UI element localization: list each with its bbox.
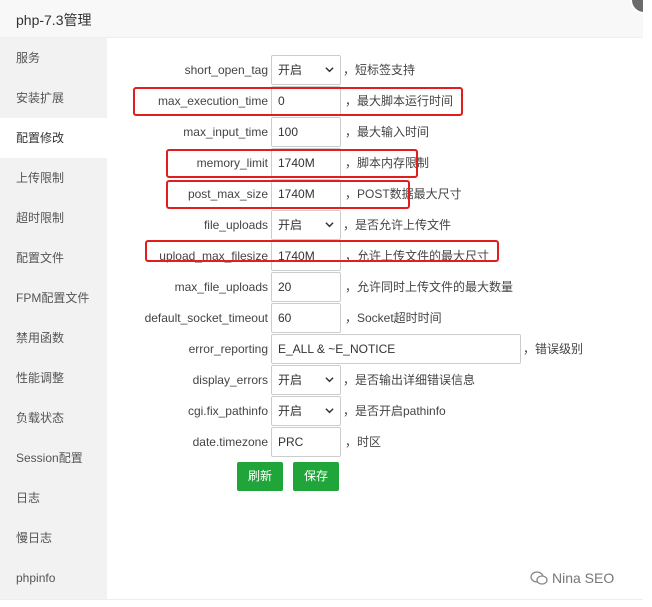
window-titlebar: php-7.3管理 — [0, 0, 643, 38]
sidebar-item-extensions[interactable]: 安装扩展 — [0, 78, 107, 118]
sidebar-item-phpinfo[interactable]: phpinfo — [0, 558, 107, 598]
sidebar-item-slow-log[interactable]: 慢日志 — [0, 518, 107, 558]
setting-row-max-execution-time: max_execution_time 0 ，最大脚本运行时间 — [107, 86, 643, 116]
select-value: 开启 — [278, 373, 303, 387]
chevron-down-icon — [325, 67, 334, 73]
sidebar-item-log[interactable]: 日志 — [0, 478, 107, 518]
settings-form: short_open_tag 开启 ，短标签支持 max_execution_t… — [107, 38, 643, 599]
setting-row-max-input-time: max_input_time 100 ，最大输入时间 — [107, 117, 643, 147]
chevron-down-icon — [325, 408, 334, 414]
setting-row-cgi-fix-pathinfo: cgi.fix_pathinfo 开启 ，是否开启pathinfo — [107, 396, 643, 426]
window-right-edge — [643, 0, 652, 607]
max-input-time-input[interactable]: 100 — [271, 117, 341, 147]
setting-label: error_reporting — [188, 342, 268, 356]
setting-description: ，POST数据最大尺寸 — [345, 187, 462, 201]
setting-description: ，最大输入时间 — [345, 125, 430, 139]
setting-label: date.timezone — [192, 435, 268, 449]
chevron-down-icon — [325, 222, 334, 228]
setting-label: short_open_tag — [184, 63, 268, 77]
sidebar-item-load-status[interactable]: 负载状态 — [0, 398, 107, 438]
save-button[interactable]: 保存 — [293, 462, 339, 491]
refresh-button[interactable]: 刷新 — [237, 462, 283, 491]
setting-description: ，时区 — [345, 435, 382, 449]
error-reporting-input[interactable]: E_ALL & ~E_NOTICE — [271, 334, 521, 364]
setting-label: post_max_size — [187, 187, 268, 201]
setting-label: upload_max_filesize — [159, 249, 268, 263]
select-value: 开启 — [278, 63, 303, 77]
setting-description: ，允许上传文件的最大尺寸 — [345, 249, 490, 263]
wechat-icon — [530, 571, 548, 585]
setting-row-date-timezone: date.timezone PRC ，时区 — [107, 427, 643, 457]
setting-label: display_errors — [192, 373, 268, 387]
upload-max-filesize-input[interactable]: 1740M — [271, 241, 341, 271]
watermark: Nina SEO — [530, 570, 614, 586]
setting-label: max_file_uploads — [174, 280, 268, 294]
setting-description: ，是否允许上传文件 — [343, 218, 452, 232]
setting-label: max_input_time — [183, 125, 268, 139]
display-errors-select[interactable]: 开启 — [271, 365, 341, 395]
setting-description: ，允许同时上传文件的最大数量 — [345, 280, 514, 294]
setting-label: max_execution_time — [157, 94, 268, 108]
sidebar-item-config-edit[interactable]: 配置修改 — [0, 118, 107, 158]
setting-label: memory_limit — [196, 156, 268, 170]
max-file-uploads-input[interactable]: 20 — [271, 272, 341, 302]
max-execution-time-input[interactable]: 0 — [271, 86, 341, 116]
setting-label: default_socket_timeout — [144, 311, 268, 325]
sidebar-item-disabled-functions[interactable]: 禁用函数 — [0, 318, 107, 358]
window-bottom-edge — [0, 599, 643, 607]
window-title: php-7.3管理 — [16, 12, 92, 28]
short-open-tag-select[interactable]: 开启 — [271, 55, 341, 85]
setting-row-short-open-tag: short_open_tag 开启 ，短标签支持 — [107, 55, 643, 85]
memory-limit-input[interactable]: 1740M — [271, 148, 341, 178]
sidebar-item-upload-limit[interactable]: 上传限制 — [0, 158, 107, 198]
setting-row-display-errors: display_errors 开启 ，是否输出详细错误信息 — [107, 365, 643, 395]
sidebar-item-service[interactable]: 服务 — [0, 38, 107, 78]
sidebar: 服务 安装扩展 配置修改 上传限制 超时限制 配置文件 FPM配置文件 禁用函数… — [0, 38, 107, 607]
select-value: 开启 — [278, 218, 303, 232]
setting-description: ，是否输出详细错误信息 — [343, 373, 476, 387]
select-value: 开启 — [278, 404, 303, 418]
setting-description: ，Socket超时时间 — [345, 311, 442, 325]
setting-row-default-socket-timeout: default_socket_timeout 60 ，Socket超时时间 — [107, 303, 643, 333]
setting-row-max-file-uploads: max_file_uploads 20 ，允许同时上传文件的最大数量 — [107, 272, 643, 302]
sidebar-item-session[interactable]: Session配置 — [0, 438, 107, 478]
sidebar-item-fpm-config[interactable]: FPM配置文件 — [0, 278, 107, 318]
setting-row-error-reporting: error_reporting E_ALL & ~E_NOTICE ，错误级别 — [107, 334, 643, 364]
watermark-text: Nina SEO — [552, 570, 615, 586]
cgi-fix-pathinfo-select[interactable]: 开启 — [271, 396, 341, 426]
file-uploads-select[interactable]: 开启 — [271, 210, 341, 240]
default-socket-timeout-input[interactable]: 60 — [271, 303, 341, 333]
sidebar-item-performance[interactable]: 性能调整 — [0, 358, 107, 398]
setting-label: cgi.fix_pathinfo — [187, 404, 268, 418]
post-max-size-input[interactable]: 1740M — [271, 179, 341, 209]
setting-description: ，错误级别 — [523, 342, 584, 356]
sidebar-item-config-file[interactable]: 配置文件 — [0, 238, 107, 278]
setting-description: ，脚本内存限制 — [345, 156, 430, 170]
setting-row-upload-max-filesize: upload_max_filesize 1740M ，允许上传文件的最大尺寸 — [107, 241, 643, 271]
setting-row-post-max-size: post_max_size 1740M ，POST数据最大尺寸 — [107, 179, 643, 209]
setting-description: ，最大脚本运行时间 — [345, 94, 454, 108]
setting-description: ，是否开启pathinfo — [343, 404, 446, 418]
setting-label: file_uploads — [203, 218, 268, 232]
chevron-down-icon — [325, 377, 334, 383]
date-timezone-input[interactable]: PRC — [271, 427, 341, 457]
setting-row-file-uploads: file_uploads 开启 ，是否允许上传文件 — [107, 210, 643, 240]
sidebar-item-timeout-limit[interactable]: 超时限制 — [0, 198, 107, 238]
setting-row-memory-limit: memory_limit 1740M ，脚本内存限制 — [107, 148, 643, 178]
setting-description: ，短标签支持 — [343, 63, 416, 77]
